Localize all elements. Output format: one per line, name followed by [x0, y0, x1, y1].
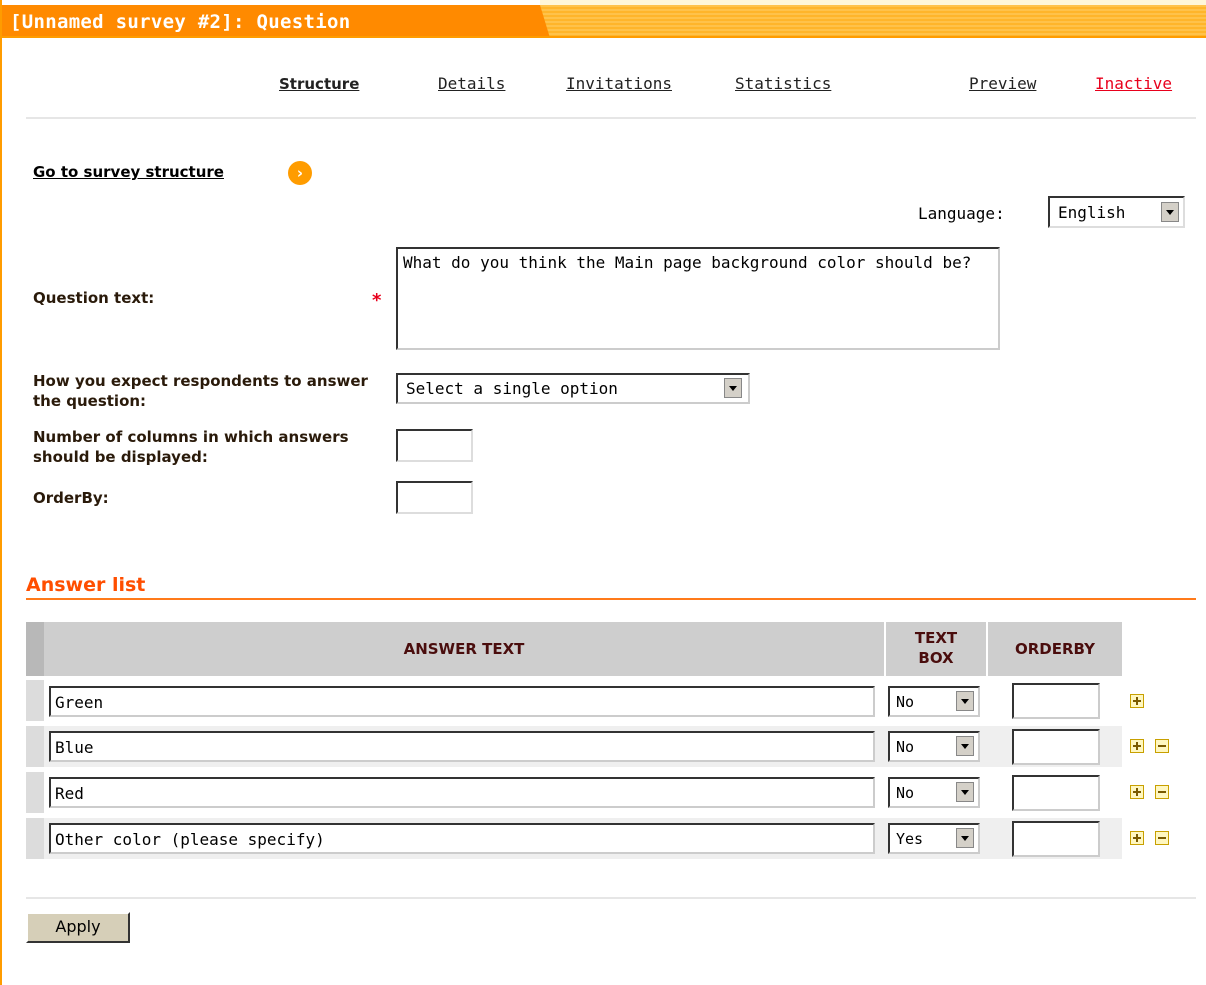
text-box-select[interactable]: No — [888, 686, 980, 717]
language-label: Language: — [918, 204, 1005, 223]
arrow-right-circle-icon[interactable]: › — [288, 161, 312, 185]
tab-details[interactable]: Details — [438, 74, 505, 93]
columns-field[interactable] — [396, 429, 473, 462]
text-box-select[interactable]: Yes — [888, 823, 980, 854]
chevron-down-icon[interactable] — [1161, 202, 1179, 222]
text-box-value: No — [896, 784, 915, 802]
language-selected-value: English — [1058, 203, 1126, 222]
text-box-select[interactable]: No — [888, 777, 980, 808]
chevron-down-icon[interactable] — [724, 378, 742, 398]
answer-text-field[interactable]: Green — [49, 686, 875, 717]
tab-invitations[interactable]: Invitations — [566, 74, 672, 93]
header-orderby: ORDERBY — [988, 622, 1122, 676]
answer-orderby-field[interactable] — [1012, 821, 1100, 857]
header-answer-text: ANSWER TEXT — [44, 622, 884, 676]
chevron-down-icon[interactable] — [956, 782, 974, 802]
remove-answer-icon[interactable] — [1155, 739, 1169, 753]
tab-structure[interactable]: Structure — [279, 75, 359, 93]
language-select[interactable]: English — [1048, 196, 1185, 228]
tab-preview[interactable]: Preview — [969, 74, 1036, 93]
add-answer-icon[interactable] — [1130, 785, 1144, 799]
header-text-box: TEXT BOX — [886, 622, 986, 676]
chevron-down-icon[interactable] — [956, 736, 974, 756]
add-answer-icon[interactable] — [1130, 739, 1144, 753]
go-to-survey-structure-link[interactable]: Go to survey structure — [33, 163, 224, 181]
orderby-label: OrderBy: — [33, 489, 109, 507]
text-box-value: No — [896, 738, 915, 756]
add-answer-icon[interactable] — [1130, 831, 1144, 845]
text-box-value: Yes — [896, 830, 924, 848]
answer-text-field[interactable]: Red — [49, 777, 875, 808]
tab-statistics[interactable]: Statistics — [735, 74, 831, 93]
left-edge-rule — [0, 0, 2, 985]
answer-orderby-field[interactable] — [1012, 775, 1100, 811]
answer-type-select[interactable]: Select a single option — [396, 373, 750, 404]
title-bar-strip — [540, 5, 1206, 38]
window-title: [Unnamed survey #2]: Question — [10, 11, 351, 33]
question-text-label: Question text: — [33, 289, 155, 307]
chevron-down-icon[interactable] — [956, 828, 974, 848]
tab-divider — [26, 117, 1196, 119]
required-marker: * — [372, 290, 382, 311]
remove-answer-icon[interactable] — [1155, 785, 1169, 799]
text-box-select[interactable]: No — [888, 731, 980, 762]
answer-orderby-field[interactable] — [1012, 683, 1100, 719]
add-answer-icon[interactable] — [1130, 694, 1144, 708]
columns-label: Number of columns in which answers shoul… — [33, 428, 349, 466]
footer-divider — [26, 897, 1196, 899]
answer-orderby-field[interactable] — [1012, 729, 1100, 765]
chevron-down-icon[interactable] — [956, 691, 974, 711]
answer-list-rule — [26, 598, 1196, 600]
question-text-field[interactable]: What do you think the Main page backgrou… — [396, 247, 1000, 350]
answer-type-selected-value: Select a single option — [406, 379, 618, 398]
answer-list-title: Answer list — [26, 574, 146, 596]
answer-text-field[interactable]: Other color (please specify) — [49, 823, 875, 854]
remove-answer-icon[interactable] — [1155, 831, 1169, 845]
tab-inactive[interactable]: Inactive — [1095, 74, 1172, 93]
answer-text-field[interactable]: Blue — [49, 731, 875, 762]
text-box-value: No — [896, 693, 915, 711]
orderby-field[interactable] — [396, 481, 473, 514]
title-bar: [Unnamed survey #2]: Question — [0, 0, 1206, 38]
answer-type-label: How you expect respondents to answer the… — [33, 372, 368, 410]
apply-button[interactable]: Apply — [26, 912, 130, 943]
